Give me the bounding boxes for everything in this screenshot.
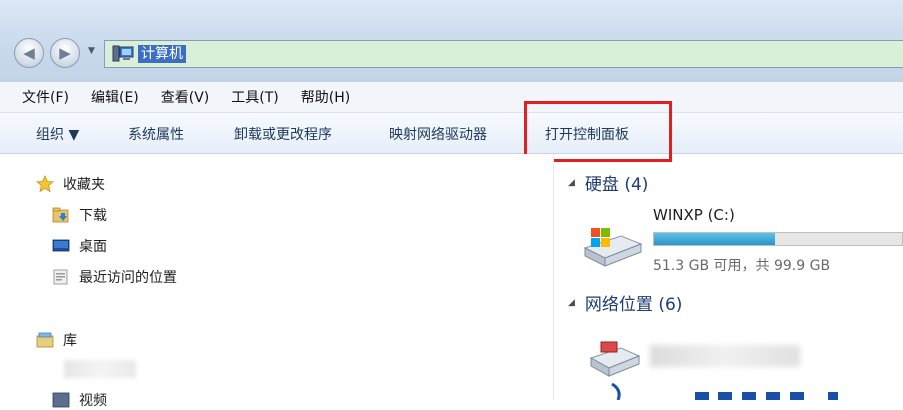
highlight-annotation-box [524, 101, 672, 162]
computer-icon [112, 45, 134, 62]
menu-help[interactable]: 帮助(H) [301, 87, 350, 107]
nav-item-desktop[interactable]: 桌面 [52, 236, 107, 256]
menu-view[interactable]: 查看(V) [161, 87, 210, 107]
menu-bar: 文件(F) 编辑(E) 查看(V) 工具(T) 帮助(H) [0, 82, 903, 113]
nav-label-videos: 视频 [79, 393, 107, 409]
network-locations-group-header[interactable]: ◢ 网络位置 (6) [568, 290, 682, 315]
obscured-network-item [650, 345, 800, 367]
menu-file[interactable]: 文件(F) [22, 87, 69, 107]
nav-item-downloads[interactable]: 下载 [52, 205, 107, 225]
organize-button[interactable]: 组织 ▼ [36, 124, 79, 144]
recent-pages-dropdown-icon[interactable]: ▼ [88, 46, 95, 56]
downloads-folder-icon [52, 207, 69, 223]
address-input[interactable]: 计算机 [104, 40, 903, 68]
hard-disks-header-text: 硬盘 (4) [584, 175, 649, 195]
menu-edit[interactable]: 编辑(E) [91, 87, 139, 107]
collapse-triangle-icon: ◢ [568, 177, 575, 188]
drive-usage-bar [653, 232, 903, 246]
address-location-text: 计算机 [138, 45, 186, 63]
nav-item-recent-places[interactable]: 最近访问的位置 [52, 267, 177, 287]
map-network-drive-button[interactable]: 映射网络驱动器 [389, 124, 487, 144]
nav-label-favorites: 收藏夹 [63, 177, 105, 193]
nav-label-desktop: 桌面 [79, 239, 107, 255]
nav-label-downloads: 下载 [79, 208, 107, 224]
forward-button[interactable]: ▶ [50, 38, 80, 68]
back-button[interactable]: ◀ [14, 38, 44, 68]
collapse-triangle-icon: ◢ [568, 297, 575, 308]
recent-places-icon [53, 269, 68, 285]
videos-icon [52, 392, 70, 408]
star-icon [36, 175, 54, 193]
system-properties-button[interactable]: 系统属性 [128, 124, 184, 144]
desktop-icon [52, 239, 70, 252]
drive-usage-fill [654, 233, 775, 245]
nav-label-libraries: 库 [63, 333, 77, 349]
libraries-icon [36, 332, 54, 348]
drive-free-space-text: 51.3 GB 可用，共 99.9 GB [653, 258, 831, 274]
nav-item-favorites[interactable]: 收藏夹 [36, 174, 105, 194]
pane-divider[interactable] [553, 154, 554, 400]
forward-arrow-icon: ▶ [59, 44, 71, 62]
menu-tools[interactable]: 工具(T) [231, 87, 278, 107]
nav-item-videos[interactable]: 视频 [52, 390, 107, 410]
nav-label-recent-places: 最近访问的位置 [79, 270, 177, 286]
drive-name[interactable]: WINXP (C:) [653, 206, 735, 224]
obscured-library-item [64, 360, 136, 378]
address-bar-region: ◀ ▶ ▼ 计算机 [0, 0, 903, 82]
nav-item-libraries[interactable]: 库 [36, 330, 77, 350]
network-header-text: 网络位置 (6) [584, 295, 683, 315]
hard-drive-icon[interactable] [581, 222, 643, 268]
uninstall-program-button[interactable]: 卸载或更改程序 [234, 124, 332, 144]
watermark-logo [611, 382, 838, 400]
command-toolbar: 组织 ▼ 系统属性 卸载或更改程序 映射网络驱动器 打开控制面板 [0, 113, 903, 154]
back-arrow-icon: ◀ [23, 44, 35, 62]
hard-disks-group-header[interactable]: ◢ 硬盘 (4) [568, 170, 648, 195]
network-drive-icon[interactable] [587, 340, 643, 380]
